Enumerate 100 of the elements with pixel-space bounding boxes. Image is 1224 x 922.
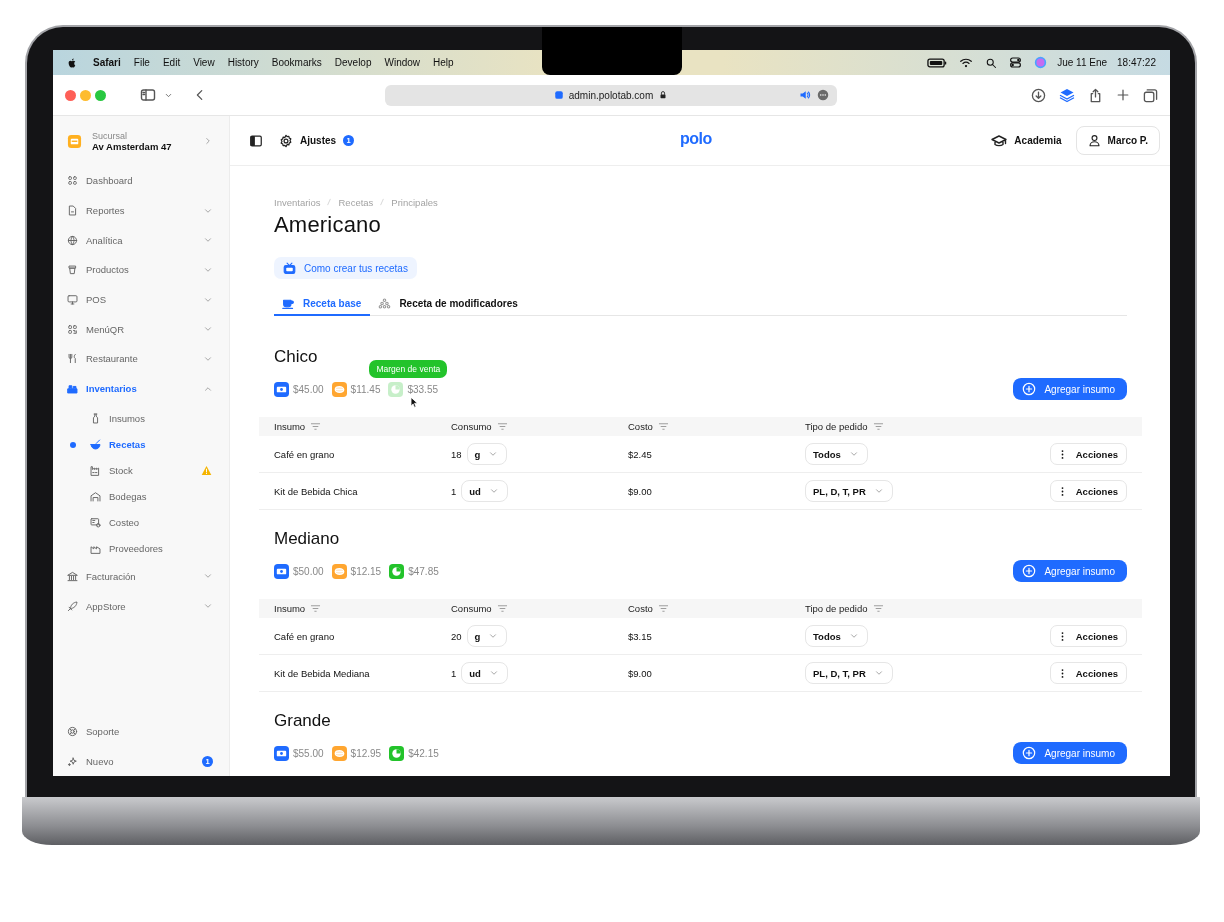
- menu-item[interactable]: Edit: [162, 57, 181, 68]
- nav-subitem[interactable]: Bodegas: [53, 483, 229, 510]
- nav-item[interactable]: Soporte: [53, 716, 229, 747]
- zoom-button[interactable]: [95, 89, 106, 101]
- academy-link[interactable]: Academia: [991, 132, 1062, 149]
- menu-item[interactable]: Window: [384, 57, 421, 68]
- menu-item[interactable]: View: [193, 57, 215, 68]
- actions-button[interactable]: Acciones: [1049, 443, 1127, 465]
- amount-text: $33.55: [407, 383, 439, 395]
- share-icon[interactable]: [1088, 87, 1103, 103]
- search-icon[interactable]: [985, 56, 998, 69]
- settings-icon: [279, 133, 293, 148]
- cup-icon: [67, 264, 78, 276]
- add-button[interactable]: Agregar insumo: [1013, 560, 1127, 582]
- speaker-icon[interactable]: [799, 88, 811, 101]
- add-button[interactable]: Agregar insumo: [1013, 378, 1127, 400]
- menu-item[interactable]: Bookmarks: [271, 57, 322, 68]
- unit-select[interactable]: g: [466, 443, 508, 465]
- column-header[interactable]: Consumo: [451, 421, 492, 432]
- column-header[interactable]: Insumo: [274, 603, 306, 614]
- sidebar-toggle-icon[interactable]: [249, 133, 263, 148]
- table-cell: Kit de Bebida Chica: [274, 485, 358, 497]
- qr-icon: [67, 323, 78, 335]
- nav-item[interactable]: Facturación: [53, 561, 229, 592]
- nav-item[interactable]: Reportes: [53, 195, 229, 226]
- menu-item[interactable]: History: [227, 57, 259, 68]
- filter-icon[interactable]: [496, 603, 508, 614]
- close-button[interactable]: [65, 89, 76, 101]
- table-cell: Café en grano: [274, 630, 335, 642]
- column-header[interactable]: Insumo: [274, 421, 306, 432]
- plus-icon[interactable]: [1116, 88, 1130, 102]
- branch-selector[interactable]: Sucursal Av Amsterdam 47: [53, 116, 229, 166]
- filter-icon[interactable]: [310, 421, 322, 432]
- plus-circle-icon: [1022, 746, 1037, 760]
- nav-subitem[interactable]: Stock: [53, 457, 229, 484]
- dots-icon: [378, 297, 392, 310]
- download-icon[interactable]: [1031, 87, 1046, 103]
- menu-item[interactable]: Help: [433, 57, 454, 68]
- pie-chart-icon: [389, 563, 405, 579]
- filter-icon[interactable]: [657, 421, 669, 432]
- column-header[interactable]: Costo: [628, 603, 653, 614]
- order-type-select[interactable]: PL, D, T, PR: [805, 480, 893, 502]
- actions-button[interactable]: Acciones: [1049, 480, 1127, 502]
- tabs-icon[interactable]: [1143, 87, 1158, 103]
- grid-icon: [67, 175, 78, 187]
- nav-subitem[interactable]: Recetas: [53, 431, 229, 458]
- toggles-icon[interactable]: [1009, 56, 1023, 69]
- menu-item[interactable]: Develop: [334, 57, 372, 68]
- nav-subitem[interactable]: Costeo: [53, 509, 229, 536]
- more-icon[interactable]: [817, 88, 829, 101]
- nav-subitem[interactable]: Proveedores: [53, 535, 229, 562]
- order-type-select[interactable]: PL, D, T, PR: [805, 662, 893, 684]
- help-link[interactable]: Como crear tus recetas: [274, 257, 417, 279]
- order-type-select[interactable]: Todos: [805, 443, 868, 465]
- nav-item[interactable]: Inventarios: [53, 373, 229, 404]
- filter-icon[interactable]: [657, 603, 669, 614]
- filter-icon[interactable]: [872, 421, 884, 432]
- nav-item[interactable]: POS: [53, 284, 229, 315]
- amount-text: $11.45: [350, 383, 381, 395]
- favicon-icon: [553, 90, 564, 100]
- nav-item[interactable]: MenúQR: [53, 314, 229, 345]
- filter-icon[interactable]: [310, 603, 322, 614]
- nav-item[interactable]: Restaurante: [53, 344, 229, 374]
- pie-chart-icon: [389, 745, 405, 761]
- address-field[interactable]: admin.polotab.com: [385, 84, 837, 106]
- actions-button[interactable]: Acciones: [1049, 625, 1127, 647]
- tab[interactable]: Receta de modificadores: [370, 293, 527, 316]
- amount-text: $50.00: [293, 565, 324, 577]
- filter-icon[interactable]: [496, 421, 508, 432]
- sidebar-icon[interactable]: [140, 87, 156, 103]
- layers-icon[interactable]: [1059, 87, 1075, 103]
- nav-item[interactable]: Dashboard: [53, 166, 229, 196]
- column-header[interactable]: Tipo de pedido: [805, 421, 868, 432]
- column-header[interactable]: Consumo: [451, 603, 492, 614]
- apple-logo-icon[interactable]: [66, 56, 78, 69]
- order-type-select[interactable]: Todos: [805, 625, 868, 647]
- table-cell: 1: [451, 667, 457, 679]
- nav-subitem[interactable]: Insumos: [53, 405, 229, 432]
- nav-item[interactable]: AppStore: [53, 591, 229, 621]
- user-button[interactable]: Marco P.: [1075, 126, 1160, 155]
- actions-button[interactable]: Acciones: [1049, 662, 1127, 684]
- unit-select[interactable]: g: [466, 625, 508, 647]
- globe-icon: [67, 234, 78, 246]
- chevron-down-icon: [488, 668, 499, 678]
- filter-icon[interactable]: [872, 603, 884, 614]
- nav-item[interactable]: Productos: [53, 255, 229, 285]
- siri-icon[interactable]: [1034, 56, 1048, 69]
- nav-item[interactable]: Analítica: [53, 225, 229, 256]
- unit-select[interactable]: ud: [461, 662, 508, 684]
- unit-select[interactable]: ud: [461, 480, 508, 502]
- amount-text: $45.00: [293, 383, 324, 395]
- sparkle-icon: [67, 755, 78, 767]
- tab[interactable]: Receta base: [274, 293, 371, 316]
- menu-item[interactable]: Safari: [93, 57, 121, 68]
- logo[interactable]: polo: [680, 130, 712, 148]
- add-button[interactable]: Agregar insumo: [1013, 742, 1127, 764]
- chevron-down-icon: [488, 486, 499, 496]
- menu-item[interactable]: File: [133, 57, 150, 68]
- column-header[interactable]: Tipo de pedido: [805, 603, 868, 614]
- column-header[interactable]: Costo: [628, 421, 653, 432]
